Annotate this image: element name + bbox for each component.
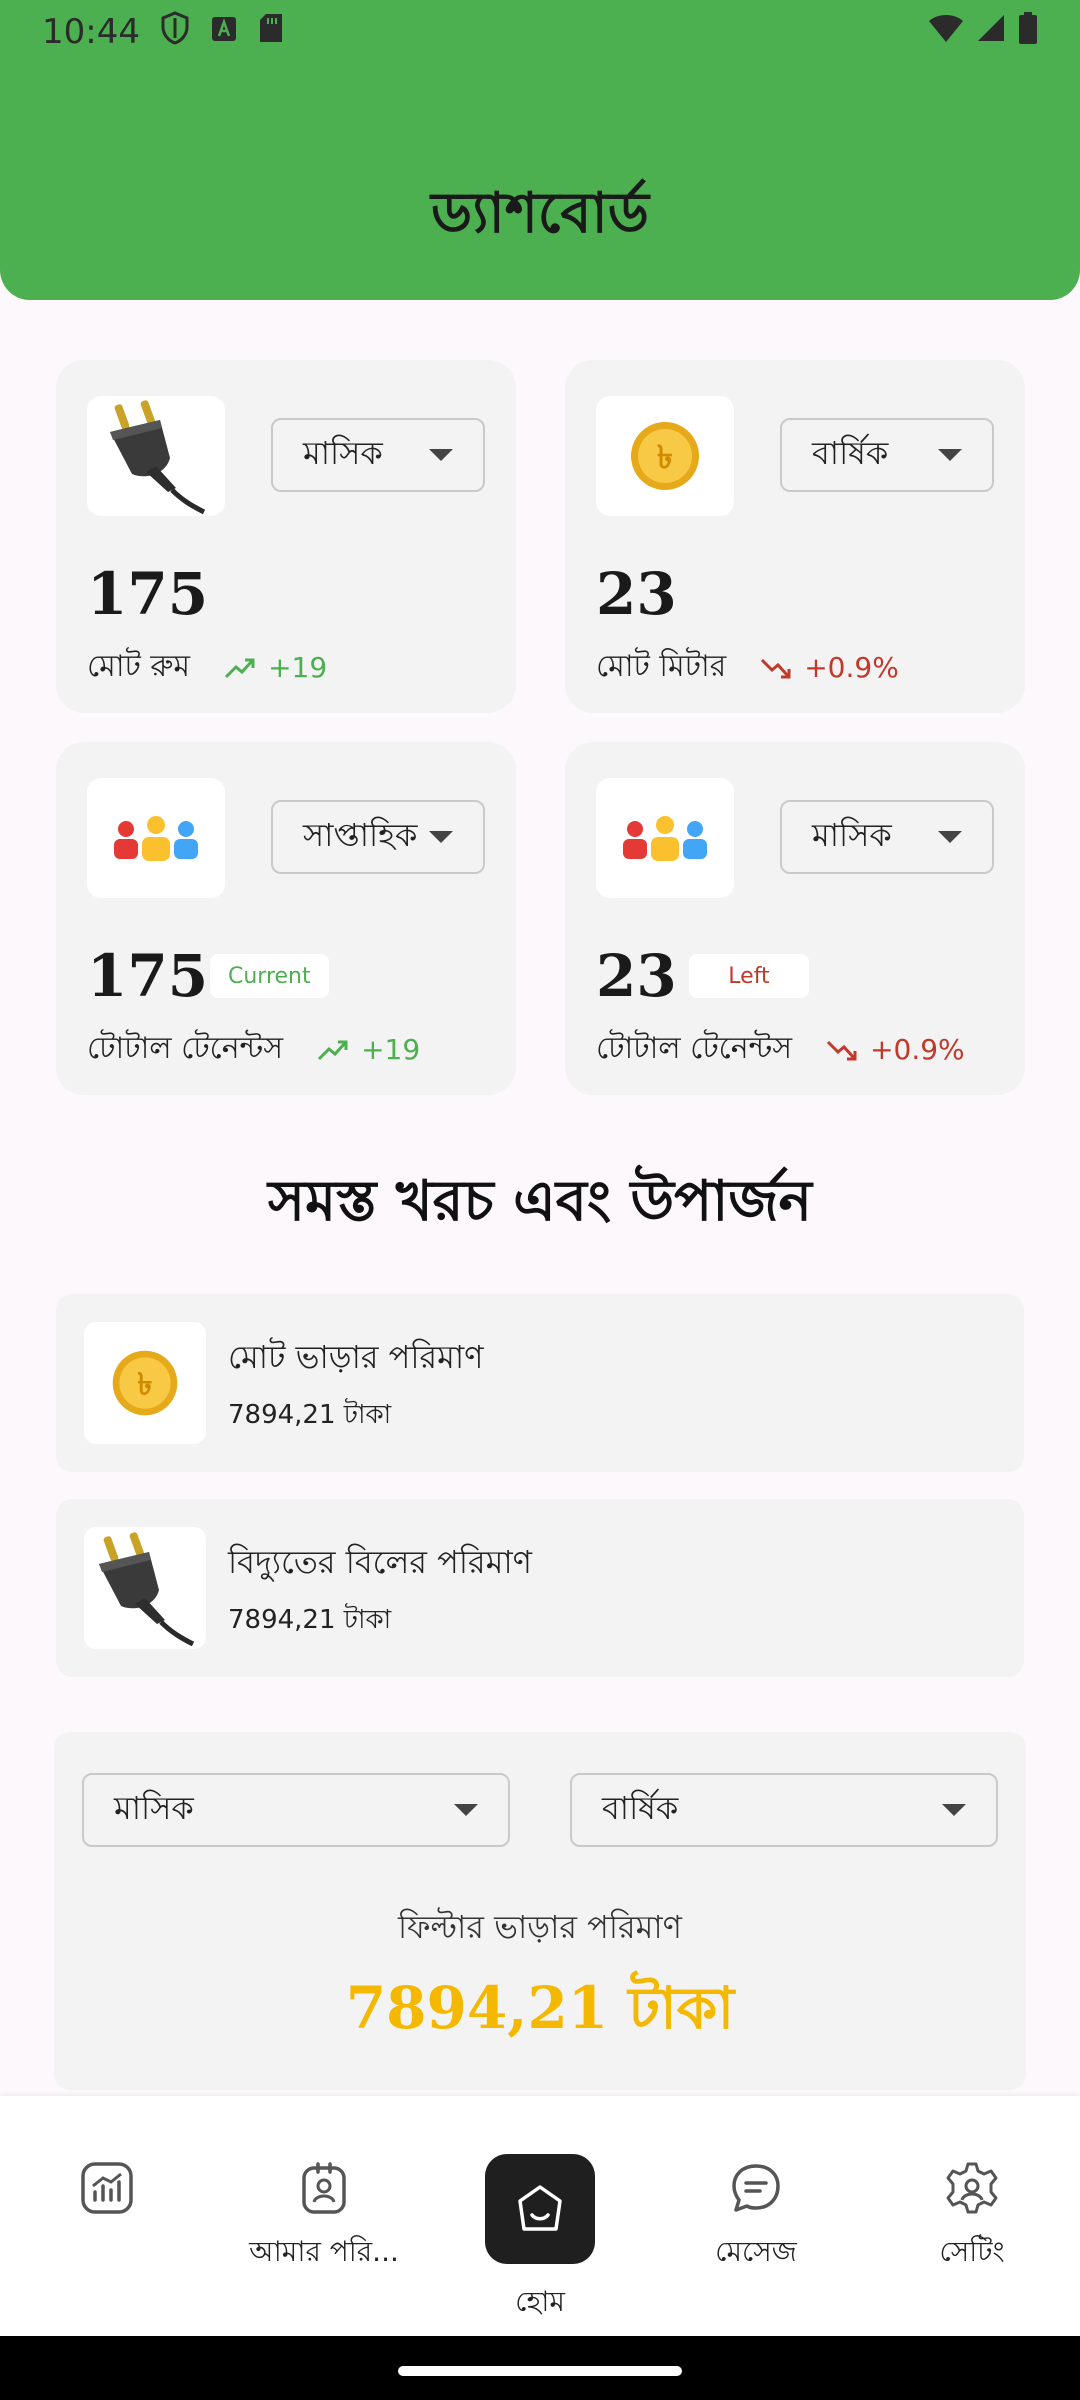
nav-item-settings[interactable]: সেটিং: [882, 2160, 1062, 2277]
dropdown-value: সাপ্তাহিক: [303, 816, 418, 854]
list-item-electricity-bill[interactable]: বিদ্যুতের বিলের পরিমাণ 7894,21 টাকা: [56, 1499, 1024, 1677]
filter-card: মাসিক বার্ষিক ফিল্টার ভাড়ার পরিমাণ 7894…: [54, 1732, 1026, 2090]
stat-value: 175: [87, 942, 209, 1010]
trend-value: +0.9%: [804, 651, 899, 684]
nav-item-analytics[interactable]: [17, 2160, 197, 2230]
nav-label: মেসেজ: [715, 2235, 797, 2268]
settings-icon: [946, 2162, 998, 2214]
gesture-handle[interactable]: [398, 2366, 682, 2376]
filter-year-dropdown[interactable]: বার্ষিক: [570, 1773, 998, 1847]
amount-value: 7894,21 টাকা: [228, 1605, 392, 1635]
svg-text:৳: ৳: [657, 438, 673, 476]
chevron-down-icon: [938, 831, 962, 843]
stat-label: মোট মিটার: [596, 649, 727, 684]
chevron-down-icon: [454, 1804, 478, 1816]
chevron-down-icon: [429, 831, 453, 843]
section-title: সমস্ত খরচ এবং উপার্জন: [268, 1168, 812, 1234]
stat-label: টোটাল টেনেন্টস: [87, 1031, 284, 1066]
svg-text:৳: ৳: [137, 1367, 152, 1402]
status-bar: 10:44: [0, 0, 1080, 64]
filter-period-dropdown[interactable]: মাসিক: [82, 1773, 510, 1847]
trend-indicator: +0.9%: [760, 651, 899, 684]
nav-item-home[interactable]: [485, 2154, 595, 2264]
trend-indicator: +19: [317, 1033, 420, 1066]
filter-amount: 7894,21 টাকা: [345, 1974, 735, 2042]
period-dropdown[interactable]: মাসিক: [271, 418, 485, 492]
profile-icon: [302, 2162, 346, 2214]
plug-icon: [84, 1527, 206, 1649]
stat-card-tenants-left: মাসিক 23 Left টোটাল টেনেন্টস +0.9%: [565, 742, 1025, 1095]
chart-icon: [81, 2162, 133, 2214]
stat-card-meters: ৳ বার্ষিক 23 মোট মিটার +0.9%: [565, 360, 1025, 713]
period-dropdown[interactable]: সাপ্তাহিক: [271, 800, 485, 874]
filter-label: ফিল্টার ভাড়ার পরিমাণ: [397, 1908, 683, 1946]
people-icon: [87, 778, 225, 898]
trending-down-icon: [827, 1040, 857, 1060]
trending-down-icon: [761, 658, 791, 678]
people-icon: [596, 778, 734, 898]
dropdown-value: মাসিক: [114, 1789, 194, 1827]
nav-item-message[interactable]: মেসেজ: [666, 2160, 846, 2277]
shield-icon: [160, 10, 190, 54]
amount-title: মোট ভাড়ার পরিমাণ: [228, 1338, 484, 1376]
sd-card-icon: [258, 12, 284, 52]
trending-up-icon: [318, 1040, 348, 1060]
period-dropdown[interactable]: বার্ষিক: [780, 418, 994, 492]
stat-card-rooms: মাসিক 175 মোট রুম +19: [56, 360, 516, 713]
trend-value: +19: [268, 651, 328, 684]
amount-value: 7894,21 টাকা: [228, 1400, 392, 1430]
bottom-navigation: আমার পরি... হোম মেসেজ সেটিং: [0, 2096, 1080, 2336]
stat-label: মোট রুম: [87, 649, 191, 684]
trend-value: +0.9%: [870, 1033, 965, 1066]
font-icon: [210, 12, 238, 52]
plug-icon: [87, 396, 225, 516]
chevron-down-icon: [938, 449, 962, 461]
amount-title: বিদ্যুতের বিলের পরিমাণ: [228, 1543, 533, 1581]
trend-indicator: +19: [224, 651, 327, 684]
nav-item-profile[interactable]: আমার পরি...: [234, 2160, 414, 2277]
nav-label: আমার পরি...: [249, 2235, 399, 2268]
status-time: 10:44: [42, 12, 140, 52]
signal-icon: [976, 12, 1006, 52]
wifi-icon: [928, 12, 964, 52]
stat-value: 23: [596, 942, 677, 1010]
stat-card-tenants-current: সাপ্তাহিক 175 Current টোটাল টেনেন্টস +19: [56, 742, 516, 1095]
dropdown-value: বার্ষিক: [812, 434, 889, 472]
home-icon: [518, 2185, 562, 2231]
status-badge: Current: [210, 954, 329, 998]
nav-label-home: হোম: [515, 2285, 565, 2318]
message-icon: [732, 2164, 780, 2212]
page-title: ড্যাশবোর্ড: [431, 180, 649, 246]
trend-indicator: +0.9%: [826, 1033, 965, 1066]
status-badge: Left: [689, 954, 809, 998]
stat-value: 23: [596, 560, 677, 628]
chevron-down-icon: [429, 449, 453, 461]
stat-label: টোটাল টেনেন্টস: [596, 1031, 793, 1066]
nav-label: সেটিং: [939, 2235, 1005, 2268]
dropdown-value: মাসিক: [303, 434, 383, 472]
dropdown-value: বার্ষিক: [602, 1789, 679, 1827]
battery-icon: [1018, 11, 1038, 53]
taka-coin-icon: ৳: [596, 396, 734, 516]
chevron-down-icon: [942, 1804, 966, 1816]
trending-up-icon: [225, 658, 255, 678]
stat-value: 175: [87, 560, 209, 628]
period-dropdown[interactable]: মাসিক: [780, 800, 994, 874]
taka-coin-icon: ৳: [84, 1322, 206, 1444]
trend-value: +19: [361, 1033, 421, 1066]
list-item-total-rent[interactable]: ৳ মোট ভাড়ার পরিমাণ 7894,21 টাকা: [56, 1294, 1024, 1472]
dropdown-value: মাসিক: [812, 816, 892, 854]
